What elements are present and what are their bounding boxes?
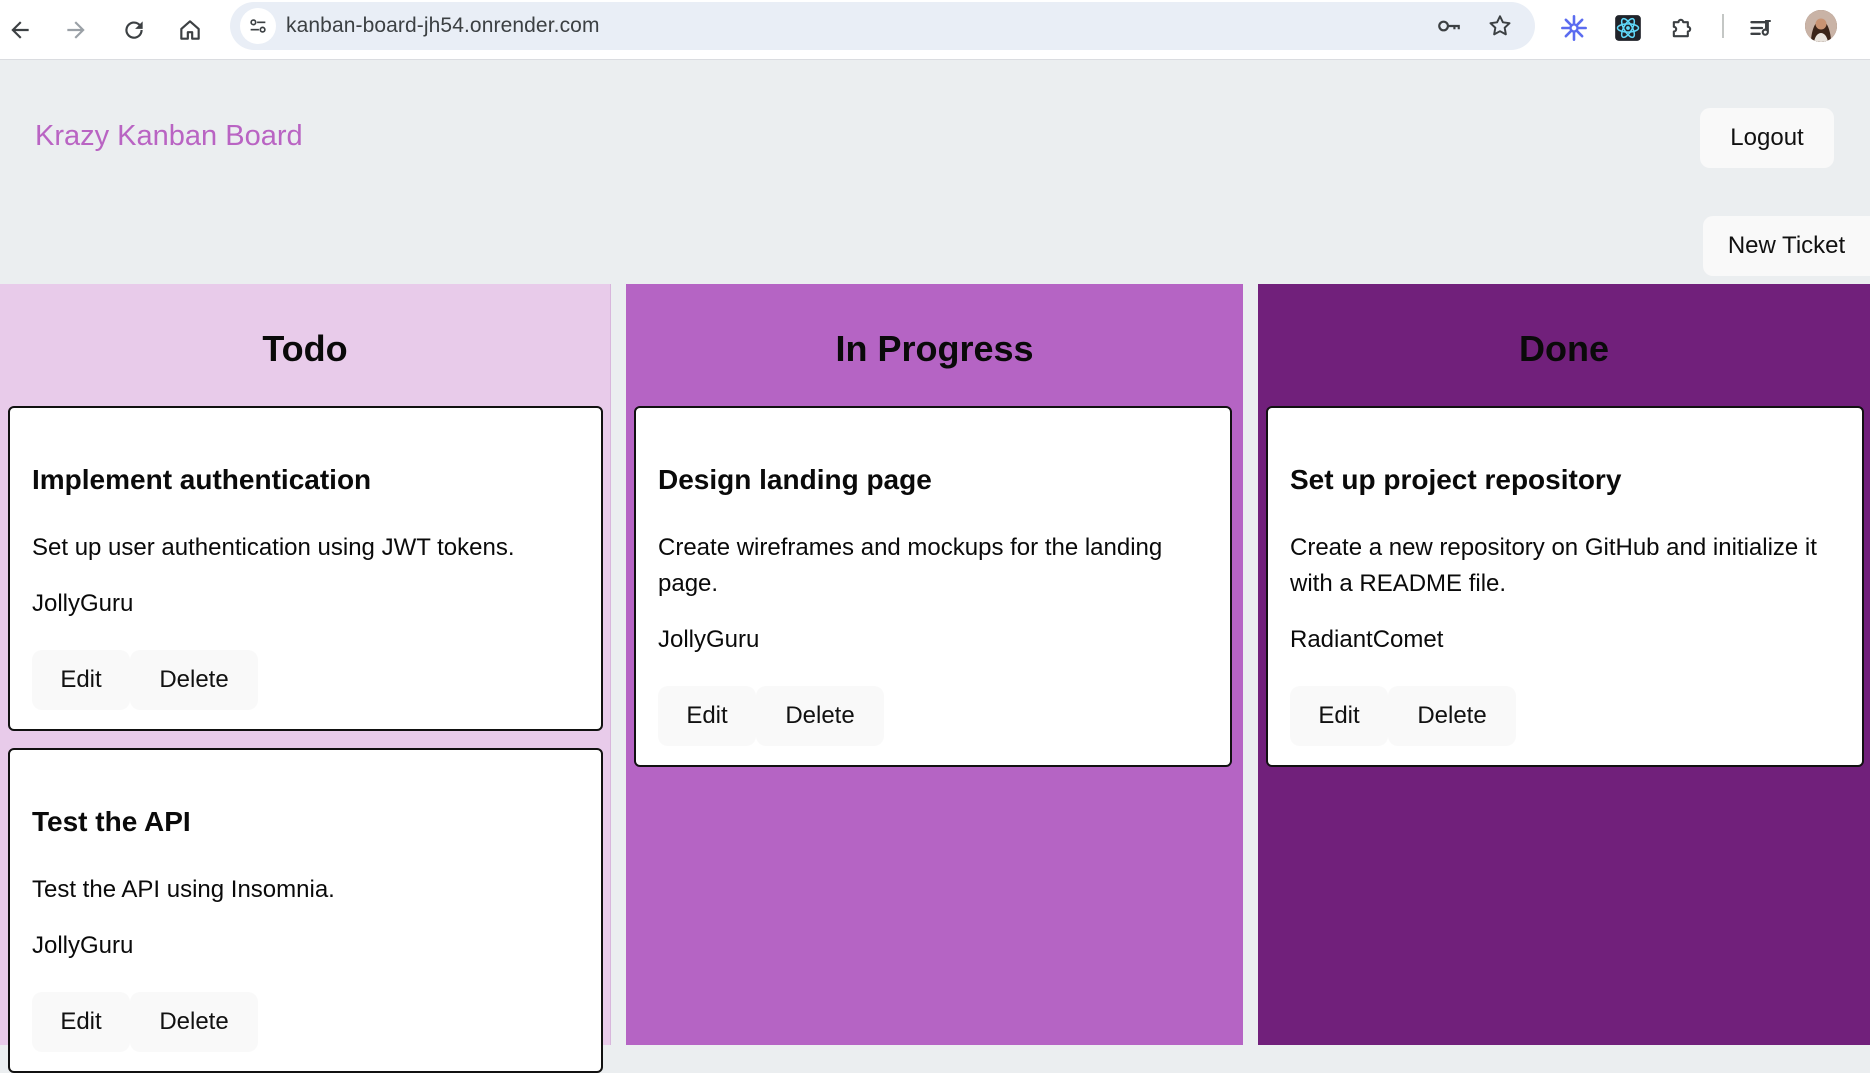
- ticket-card: Design landing page Create wireframes an…: [634, 406, 1232, 767]
- ticket-description: Set up user authentication using JWT tok…: [32, 534, 515, 561]
- url-text[interactable]: kanban-board-jh54.onrender.com: [286, 14, 600, 38]
- ticket-assignee: JollyGuru: [32, 932, 134, 959]
- edit-button[interactable]: Edit: [32, 650, 130, 710]
- bookmark-star-icon[interactable]: [1484, 10, 1516, 42]
- ticket-title: Test the API: [32, 806, 191, 837]
- edit-button[interactable]: Edit: [32, 992, 130, 1052]
- ticket-description: Create a new repository on GitHub and in…: [1290, 534, 1817, 597]
- ticket-card: Test the API Test the API using Insomnia…: [8, 748, 603, 1073]
- ticket-card: Implement authentication Set up user aut…: [8, 406, 603, 731]
- edit-button[interactable]: Edit: [658, 686, 756, 746]
- column-heading: Todo: [262, 328, 348, 369]
- extensions-puzzle-icon[interactable]: [1662, 8, 1702, 48]
- delete-button[interactable]: Delete: [756, 686, 884, 746]
- home-icon[interactable]: [166, 6, 214, 54]
- ticket-description: Create wireframes and mockups for the la…: [658, 534, 1163, 597]
- address-bar[interactable]: kanban-board-jh54.onrender.com: [230, 2, 1535, 50]
- delete-button[interactable]: Delete: [130, 650, 258, 710]
- ticket-description: Test the API using Insomnia.: [32, 876, 335, 903]
- ticket-assignee: JollyGuru: [658, 626, 760, 653]
- back-arrow-icon[interactable]: [0, 6, 44, 54]
- column-done: Done Set up project repository Create a …: [1258, 284, 1870, 1045]
- new-ticket-button[interactable]: New Ticket: [1703, 216, 1870, 276]
- delete-button[interactable]: Delete: [130, 992, 258, 1052]
- edit-button[interactable]: Edit: [1290, 686, 1388, 746]
- ticket-assignee: JollyGuru: [32, 590, 134, 617]
- reload-icon[interactable]: [110, 6, 158, 54]
- extension-snowflake-icon[interactable]: [1554, 8, 1594, 48]
- ticket-title: Set up project repository: [1290, 464, 1622, 495]
- logout-button[interactable]: Logout: [1700, 108, 1834, 168]
- site-info-icon[interactable]: [240, 8, 276, 44]
- profile-avatar[interactable]: [1805, 10, 1837, 42]
- ticket-title: Implement authentication: [32, 464, 372, 495]
- column-heading: In Progress: [835, 328, 1034, 369]
- react-devtools-icon[interactable]: [1608, 8, 1648, 48]
- ticket-assignee: RadiantComet: [1290, 626, 1444, 653]
- forward-arrow-icon[interactable]: [52, 6, 100, 54]
- media-queue-icon[interactable]: [1742, 8, 1782, 48]
- delete-button[interactable]: Delete: [1388, 686, 1516, 746]
- ticket-title: Design landing page: [658, 464, 932, 495]
- ticket-card: Set up project repository Create a new r…: [1266, 406, 1864, 767]
- toolbar-divider: [1722, 14, 1724, 38]
- app-title: Krazy Kanban Board: [35, 120, 303, 152]
- column-todo: Todo Implement authentication Set up use…: [0, 284, 611, 1073]
- column-in-progress: In Progress Design landing page Create w…: [626, 284, 1243, 1045]
- browser-toolbar: kanban-board-jh54.onrender.com: [0, 0, 1870, 60]
- column-heading: Done: [1519, 328, 1609, 369]
- password-key-icon[interactable]: [1433, 10, 1465, 42]
